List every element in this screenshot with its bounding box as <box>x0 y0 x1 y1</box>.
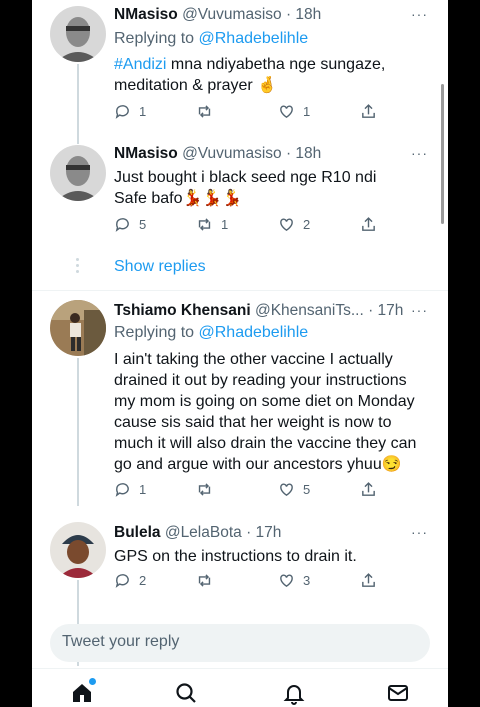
heart-icon <box>280 483 293 497</box>
share-icon <box>362 573 375 587</box>
like-button[interactable]: 2 <box>278 216 310 233</box>
reply-button[interactable]: 1 <box>114 481 146 498</box>
tweet-text: I ain't taking the other vaccine I actua… <box>114 351 417 473</box>
nav-notifications[interactable] <box>282 681 306 705</box>
search-icon <box>176 683 196 703</box>
author-name[interactable]: Bulela <box>114 524 161 541</box>
tweet-actions: 2 3 <box>114 572 378 592</box>
retweet-button[interactable] <box>196 572 221 589</box>
divider <box>32 290 448 291</box>
retweet-button[interactable]: 1 <box>196 216 228 233</box>
share-icon <box>362 482 375 496</box>
reply-button[interactable]: 5 <box>114 216 146 233</box>
nav-messages[interactable] <box>386 681 410 705</box>
share-button[interactable] <box>360 572 377 589</box>
tweet-time[interactable]: · 18h <box>286 145 321 162</box>
author-name[interactable]: NMasiso <box>114 6 178 23</box>
retweet-button[interactable] <box>196 481 221 498</box>
reply-count: 5 <box>139 217 147 232</box>
tweet-text: GPS on the instructions to drain it. <box>114 548 357 565</box>
author-handle[interactable]: @KhensaniTs... <box>255 302 364 319</box>
share-button[interactable] <box>360 216 377 233</box>
thread-line <box>77 64 79 144</box>
retweet-icon <box>198 105 211 118</box>
avatar[interactable] <box>50 300 106 356</box>
share-button[interactable] <box>360 481 377 498</box>
more-options-icon[interactable]: ··· <box>411 145 428 161</box>
reply-count: 1 <box>139 482 147 497</box>
bottom-nav <box>32 668 448 707</box>
heart-icon <box>280 574 293 588</box>
tweet-text: #Andizi mna ndiyabetha nge sungaze, medi… <box>114 54 430 96</box>
tweet-time[interactable]: · 17h <box>368 302 403 319</box>
author-handle[interactable]: @Vuvumasiso <box>182 6 282 23</box>
replying-to: Replying to @Rhadebelihle <box>114 324 308 342</box>
author-handle[interactable]: @LelaBota <box>165 524 242 541</box>
like-count: 5 <box>303 482 311 497</box>
tweet-actions: 5 1 2 <box>114 216 378 236</box>
screen: NMasiso @Vuvumasiso · 18h ··· Replying t… <box>32 0 448 707</box>
scrollbar[interactable] <box>441 84 444 224</box>
reply-icon <box>115 105 129 119</box>
reply-icon <box>115 574 129 588</box>
tweet-time[interactable]: · 17h <box>246 524 281 541</box>
heart-icon <box>280 105 293 119</box>
author-name[interactable]: NMasiso <box>114 145 178 162</box>
tweet-header: Bulela @LelaBota · 17h <box>114 524 408 542</box>
reply-count: 2 <box>139 573 147 588</box>
retweet-count: 1 <box>221 217 229 232</box>
tweet-header: Tshiamo Khensani @KhensaniTs... · 17h <box>114 302 408 320</box>
share-icon <box>362 217 375 231</box>
replying-to-label: Replying to <box>114 324 199 341</box>
tweet-header: NMasiso @Vuvumasiso · 18h <box>114 145 408 163</box>
tweet-text: Just bought i black seed nge R10 ndi Saf… <box>114 169 377 207</box>
reply-button[interactable]: 2 <box>114 572 146 589</box>
avatar[interactable] <box>50 6 106 62</box>
reply-button[interactable]: 1 <box>114 103 146 120</box>
reply-icon <box>115 218 129 232</box>
like-count: 3 <box>303 573 311 588</box>
like-count: 1 <box>303 104 311 119</box>
retweet-icon <box>198 483 211 496</box>
tweet-actions: 1 1 <box>114 103 378 123</box>
like-button[interactable]: 3 <box>278 572 310 589</box>
messages-icon <box>388 685 408 701</box>
retweet-button[interactable] <box>196 103 221 120</box>
replying-to-label: Replying to <box>114 30 199 47</box>
hashtag-link[interactable]: #Andizi <box>114 56 166 73</box>
heart-icon <box>280 218 293 232</box>
nav-search[interactable] <box>174 681 198 705</box>
avatar[interactable] <box>50 145 106 201</box>
reply-count: 1 <box>139 104 147 119</box>
share-button[interactable] <box>360 103 377 120</box>
thread-line <box>77 358 79 506</box>
reply-input[interactable]: Tweet your reply <box>50 624 430 662</box>
notification-dot <box>89 678 96 685</box>
more-options-icon[interactable]: ··· <box>411 6 428 22</box>
avatar[interactable] <box>50 522 106 578</box>
share-icon <box>362 104 375 118</box>
like-count: 2 <box>303 217 311 232</box>
tweet-actions: 1 5 <box>114 481 378 501</box>
retweet-icon <box>198 574 211 587</box>
reply-icon <box>115 483 129 497</box>
notifications-icon <box>283 685 305 705</box>
more-options-icon[interactable]: ··· <box>411 524 428 540</box>
author-handle[interactable]: @Vuvumasiso <box>182 145 282 162</box>
retweet-icon <box>198 218 211 231</box>
like-button[interactable]: 1 <box>278 103 310 120</box>
thread-dots <box>76 258 80 274</box>
replying-to: Replying to @Rhadebelihle <box>114 30 308 48</box>
more-options-icon[interactable]: ··· <box>411 302 428 318</box>
replying-to-mention[interactable]: @Rhadebelihle <box>199 30 309 47</box>
author-name[interactable]: Tshiamo Khensani <box>114 302 251 319</box>
like-button[interactable]: 5 <box>278 481 310 498</box>
show-replies-link[interactable]: Show replies <box>114 258 206 276</box>
tweet-time[interactable]: · 18h <box>286 6 321 23</box>
tweet-header: NMasiso @Vuvumasiso · 18h <box>114 6 408 24</box>
nav-home[interactable] <box>70 678 96 705</box>
replying-to-mention[interactable]: @Rhadebelihle <box>199 324 309 341</box>
